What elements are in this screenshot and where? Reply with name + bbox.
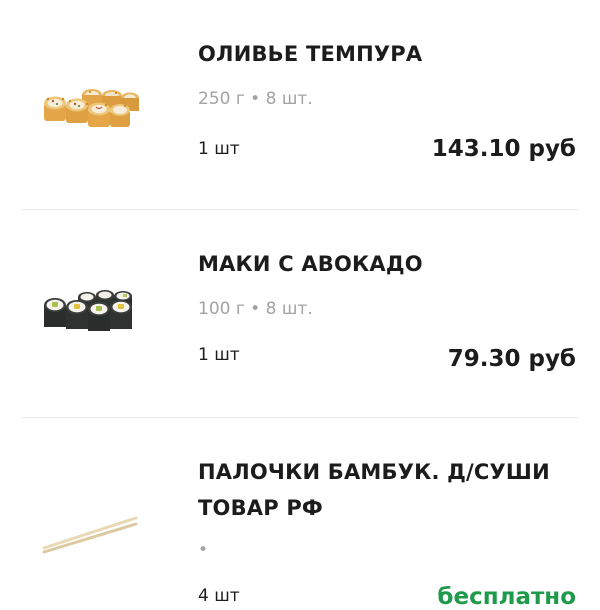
item-weight-count: 250 г • 8 шт. [198,89,313,109]
order-item-bamboo-chopsticks[interactable]: ПАЛОЧКИ БАМБУК. Д/СУШИ ТОВАР РФ • 4 шт б… [0,418,600,610]
avocado-maki-image [30,265,150,365]
item-quantity: 1 шт [198,345,240,365]
item-quantity: 1 шт [198,139,240,159]
item-title: ОЛИВЬЕ ТЕМПУРА [198,42,423,66]
bamboo-chopsticks-image [30,496,150,596]
order-item-maki-avocado[interactable]: МАКИ С АВОКАДО 100 г • 8 шт. 1 шт 79.30 … [0,210,600,418]
item-quantity: 4 шт [198,586,240,606]
item-price-free: бесплатно [437,584,576,610]
item-title-line-2: ТОВАР РФ [198,496,323,520]
order-item-olivie-tempura[interactable]: ОЛИВЬЕ ТЕМПУРА 250 г • 8 шт. 1 шт 143.10… [0,0,600,210]
tempura-roll-image [30,55,150,155]
item-price: 79.30 руб [447,346,576,372]
order-list: ОЛИВЬЕ ТЕМПУРА 250 г • 8 шт. 1 шт 143.10… [0,0,600,610]
item-title: МАКИ С АВОКАДО [198,252,423,276]
item-price: 143.10 руб [431,136,576,162]
item-weight-count: 100 г • 8 шт. [198,299,313,319]
item-weight-count: • [198,540,209,560]
